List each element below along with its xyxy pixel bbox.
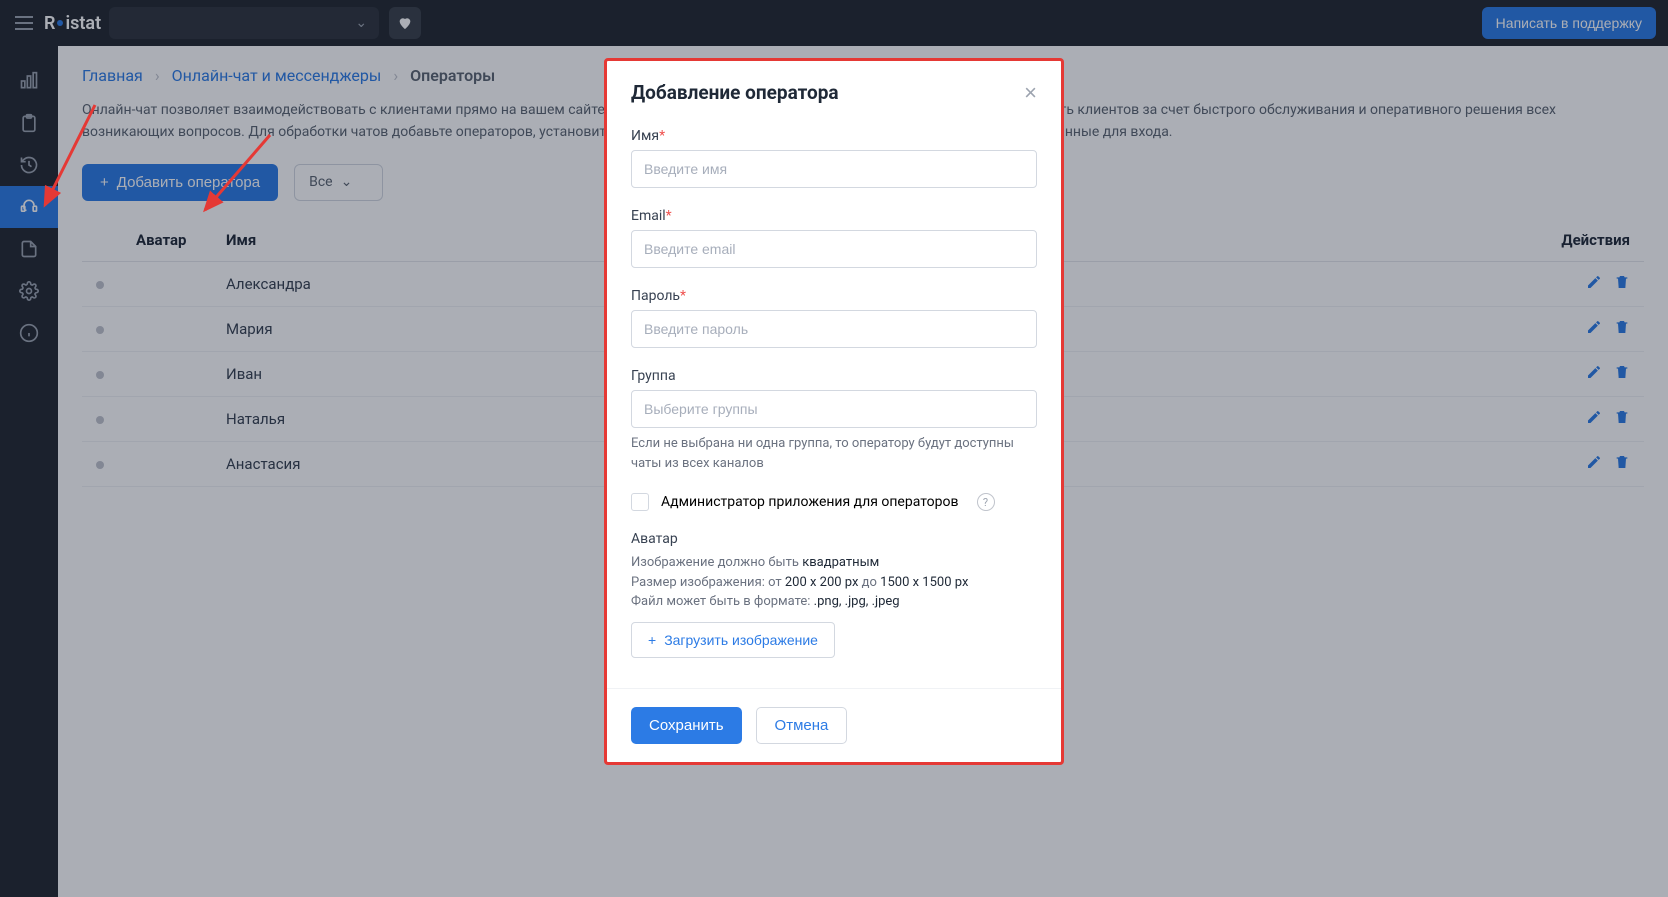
- email-label: Email*: [631, 208, 1037, 224]
- password-label: Пароль*: [631, 288, 1037, 304]
- modal-overlay: Добавление оператора × Имя* Email* Парол…: [0, 0, 1668, 897]
- email-input[interactable]: [631, 230, 1037, 268]
- group-select[interactable]: [631, 390, 1037, 428]
- add-operator-modal: Добавление оператора × Имя* Email* Парол…: [604, 58, 1064, 765]
- close-icon[interactable]: ×: [1024, 82, 1037, 104]
- avatar-hint: Изображение должно быть квадратным Разме…: [631, 553, 1037, 612]
- plus-icon: +: [648, 632, 656, 648]
- admin-checkbox-label: Администратор приложения для операторов: [661, 494, 959, 510]
- password-input[interactable]: [631, 310, 1037, 348]
- save-button[interactable]: Сохранить: [631, 707, 742, 744]
- group-hint: Если не выбрана ни одна группа, то опера…: [631, 434, 1037, 473]
- avatar-label: Аватар: [631, 531, 1037, 547]
- name-input[interactable]: [631, 150, 1037, 188]
- group-label: Группа: [631, 368, 1037, 384]
- upload-image-button[interactable]: + Загрузить изображение: [631, 622, 835, 658]
- help-icon[interactable]: ?: [977, 493, 995, 511]
- modal-title: Добавление оператора: [631, 81, 839, 104]
- cancel-button[interactable]: Отмена: [756, 707, 848, 744]
- name-label: Имя*: [631, 128, 1037, 144]
- admin-checkbox[interactable]: [631, 493, 649, 511]
